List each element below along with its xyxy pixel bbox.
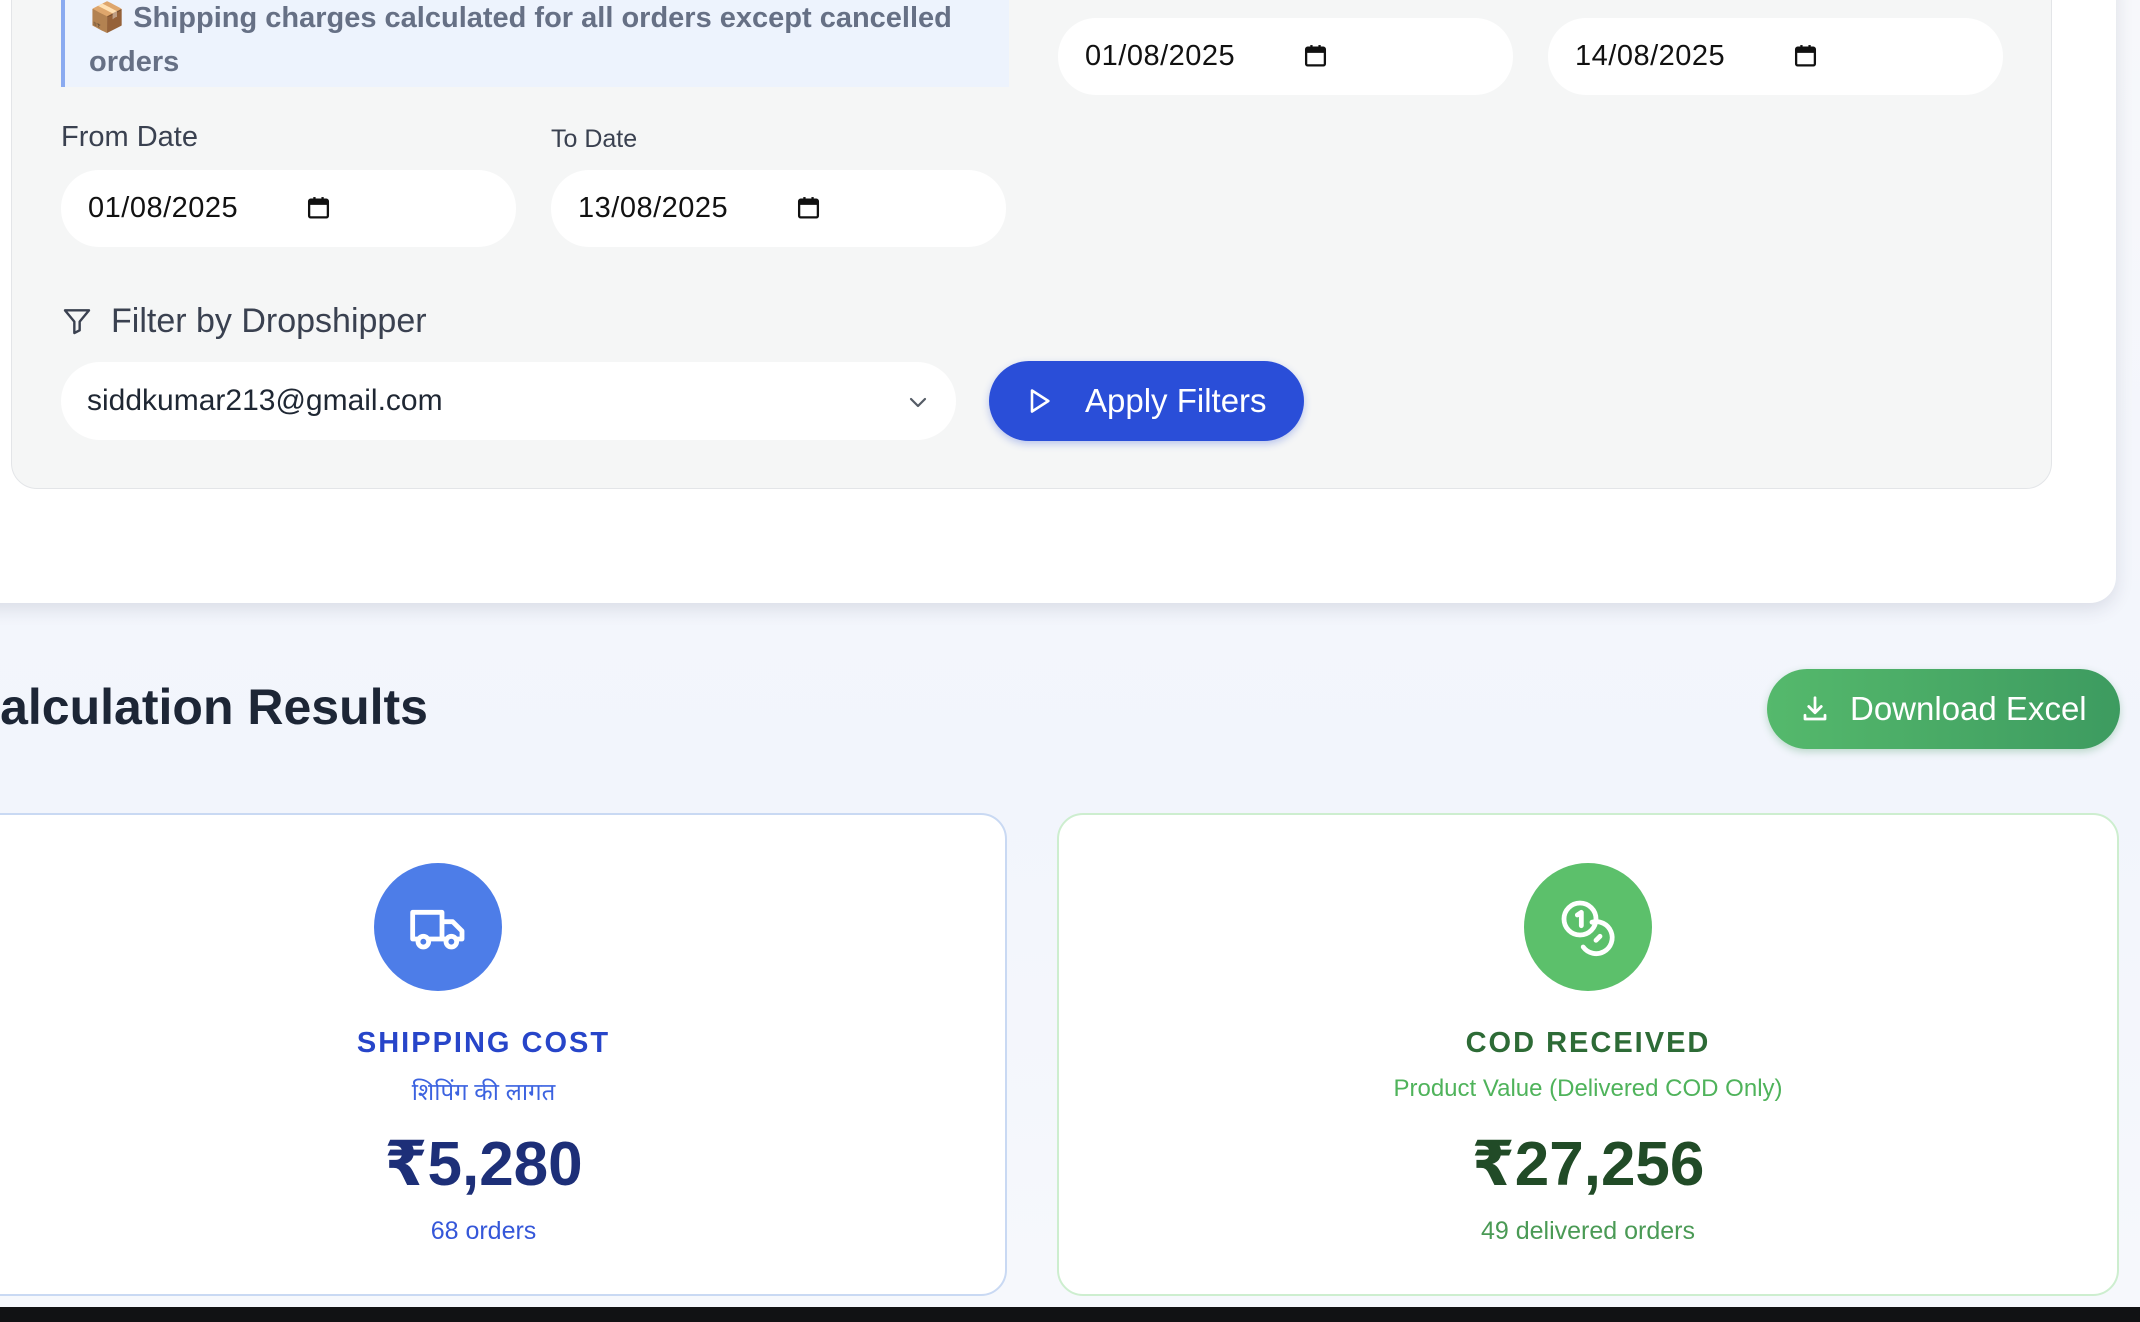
filter-icon [63, 309, 91, 335]
truck-icon [410, 909, 465, 950]
shipping-cost-title: SHIPPING COST [356, 1027, 611, 1059]
download-excel-label: Download Excel [1850, 690, 2087, 727]
coins-icon [1561, 900, 1615, 956]
bottom-bar [0, 1307, 2140, 1322]
cod-received-subtitle: Product Value (Delivered COD Only) [1393, 1075, 1783, 1102]
to-date-value: 13/08/2025 [578, 192, 729, 224]
top-from-date-value: 01/08/2025 [1085, 40, 1236, 72]
shipping-orders-count: 68 orders [430, 1217, 537, 1245]
cod-delivered-count: 49 delivered orders [1480, 1217, 1695, 1245]
calendar-icon[interactable] [306, 195, 331, 221]
info-banner: 📦 Shipping charges calculated for all or… [61, 0, 1009, 87]
from-date-input[interactable]: 01/08/2025 [61, 170, 516, 247]
to-date-input[interactable]: 13/08/2025 [551, 170, 1006, 247]
dropshipper-select[interactable]: siddkumar213@gmail.com [61, 362, 956, 440]
dropshipper-filter-text: Filter by Dropshipper [111, 301, 427, 340]
download-excel-button[interactable]: Download Excel [1767, 669, 2120, 749]
shipping-cost-card: SHIPPING COST शिपिंग की लागत ₹5,280 68 o… [0, 813, 1007, 1296]
apply-filters-label: Apply Filters [1085, 382, 1267, 419]
chevron-down-icon [909, 397, 927, 408]
shipping-cost-value: ₹5,280 [384, 1130, 583, 1199]
dropshipper-filter-label: Filter by Dropshipper [61, 300, 427, 342]
top-to-date-input[interactable]: 14/08/2025 [1548, 18, 2003, 95]
calendar-icon[interactable] [1303, 43, 1328, 69]
apply-filters-button[interactable]: Apply Filters [989, 361, 1304, 441]
cod-received-card: COD RECEIVED Product Value (Delivered CO… [1057, 813, 2119, 1296]
top-from-date-input[interactable]: 01/08/2025 [1058, 18, 1513, 95]
cod-received-value: ₹27,256 [1471, 1130, 1705, 1199]
info-banner-text: 📦 Shipping charges calculated for all or… [89, 2, 952, 78]
dropshipper-select-value: siddkumar213@gmail.com [87, 384, 443, 417]
download-icon [1803, 696, 1827, 721]
play-icon [1030, 389, 1050, 413]
calendar-icon[interactable] [796, 195, 821, 221]
cod-received-title: COD RECEIVED [1465, 1027, 1711, 1059]
from-date-label: From Date [61, 121, 198, 153]
top-to-date-value: 14/08/2025 [1575, 40, 1726, 72]
results-title: Calculation Results [0, 679, 428, 735]
cod-icon-circle [1524, 863, 1652, 991]
shipping-icon-circle [374, 863, 502, 991]
from-date-value: 01/08/2025 [88, 192, 239, 224]
calendar-icon[interactable] [1793, 43, 1818, 69]
shipping-cost-subtitle: शिपिंग की लागत [411, 1079, 556, 1106]
to-date-label: To Date [551, 125, 638, 153]
